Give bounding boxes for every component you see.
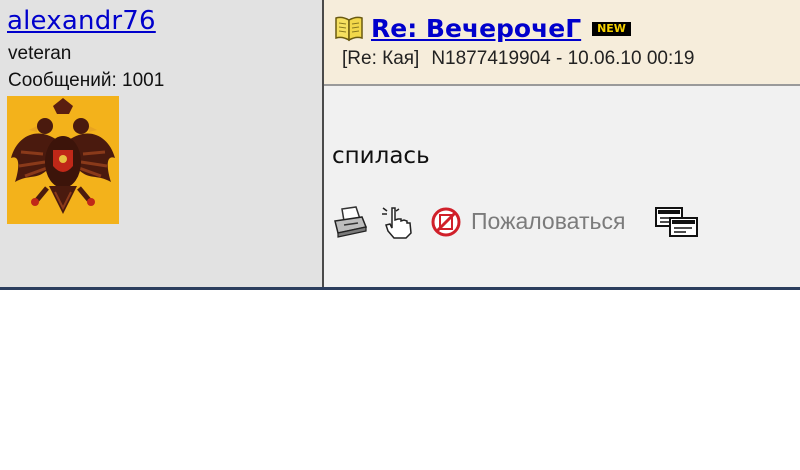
reply-to-label: [Re: Кая] (342, 48, 420, 69)
double-headed-eagle-icon (11, 98, 115, 214)
user-rank: veteran (8, 43, 72, 64)
open-book-icon (334, 14, 364, 42)
post-id-timestamp: N1877419904 - 10.06.10 00:19 (431, 48, 695, 69)
pointing-hand-icon[interactable] (378, 205, 414, 239)
post-count: Сообщений: 1001 (8, 70, 165, 91)
new-badge: NEW (592, 22, 631, 36)
report-link[interactable]: Пожаловаться (471, 208, 625, 235)
post-meta: [Re: Кая] N1877419904 - 10.06.10 00:19 (342, 48, 694, 70)
post-bottom-border (0, 287, 800, 290)
post-message: спилась (332, 143, 430, 169)
post-body (324, 86, 800, 288)
quote-reply-icon[interactable] (654, 205, 700, 239)
printer-icon[interactable] (332, 205, 368, 239)
forum-post: alexandr76 veteran Сообщений: 1001 Re: В… (0, 0, 800, 290)
username-link[interactable]: alexandr76 (7, 6, 156, 36)
author-panel: alexandr76 veteran Сообщений: 1001 (0, 0, 322, 288)
avatar (7, 96, 119, 224)
report-icon[interactable] (430, 205, 462, 239)
post-title-link[interactable]: Re: ВечерочеГ (371, 14, 581, 43)
